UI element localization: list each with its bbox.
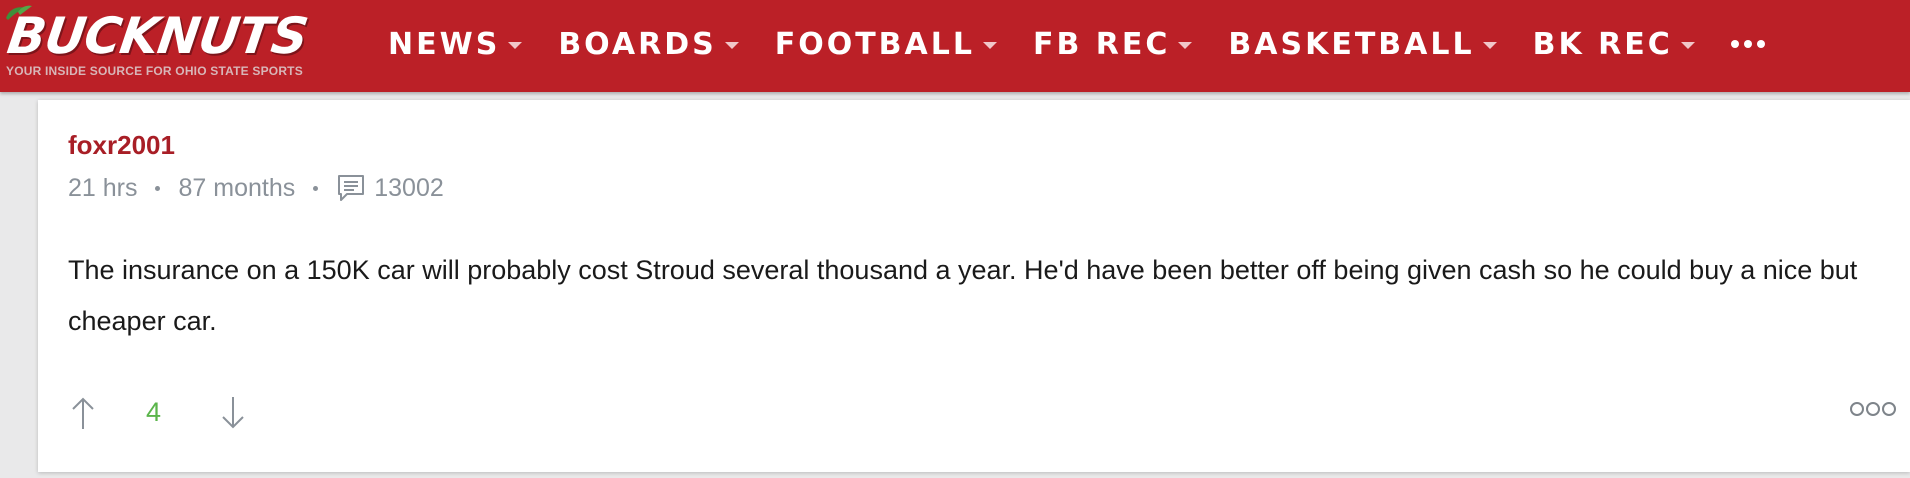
nav-item-football[interactable]: FOOTBALL [775,27,997,62]
site-logo[interactable]: BUCKNUTS YOUR INSIDE SOURCE FOR OHIO STA… [4,4,344,82]
site-header: BUCKNUTS YOUR INSIDE SOURCE FOR OHIO STA… [0,0,1910,92]
separator-dot [313,185,319,191]
nav-item-label: NEWS [388,26,501,62]
post-time: 21 hrs [68,173,138,202]
caret-down-icon [1482,41,1497,49]
main-nav: NEWS BOARDS FOOTBALL FB REC BASKETBALL B… [388,0,1765,88]
post-username[interactable]: foxr2001 [68,130,175,161]
caret-down-icon [1680,41,1695,49]
nav-item-label: FB REC [1032,26,1171,62]
comment-icon [338,175,365,201]
upvote-arrow-icon[interactable] [68,395,98,431]
nav-item-label: BASKETBALL [1228,26,1475,62]
nav-item-news[interactable]: NEWS [388,26,523,62]
nav-item-label: BOARDS [558,26,717,62]
caret-down-icon [724,41,739,49]
more-dots-icon[interactable] [1730,40,1765,48]
logo-wordmark: BUCKNUTS [3,7,311,65]
member-duration: 87 months [178,173,296,202]
logo-tagline: YOUR INSIDE SOURCE FOR OHIO STATE SPORTS [6,64,303,78]
downvote-arrow-icon[interactable] [218,395,248,431]
post-options-icon[interactable] [1850,402,1896,416]
comment-count: 13002 [374,173,444,202]
nav-item-bk-rec[interactable]: BK REC [1533,27,1695,62]
caret-down-icon [982,41,997,49]
nav-item-boards[interactable]: BOARDS [558,26,739,62]
vote-count: 4 [146,397,162,427]
separator-dot [155,185,161,191]
nav-item-label: BK REC [1532,26,1673,62]
nav-item-basketball[interactable]: BASKETBALL [1228,26,1497,62]
caret-down-icon [508,41,523,49]
caret-down-icon [1178,41,1193,49]
nav-item-fb-rec[interactable]: FB REC [1032,26,1193,62]
nav-item-label: FOOTBALL [774,26,975,62]
post-body: The insurance on a 150K car will probabl… [68,255,1858,336]
forum-post: foxr2001 21 hrs 87 months 13002 The insu… [38,100,1910,472]
post-meta: 21 hrs 87 months 13002 [68,173,444,203]
